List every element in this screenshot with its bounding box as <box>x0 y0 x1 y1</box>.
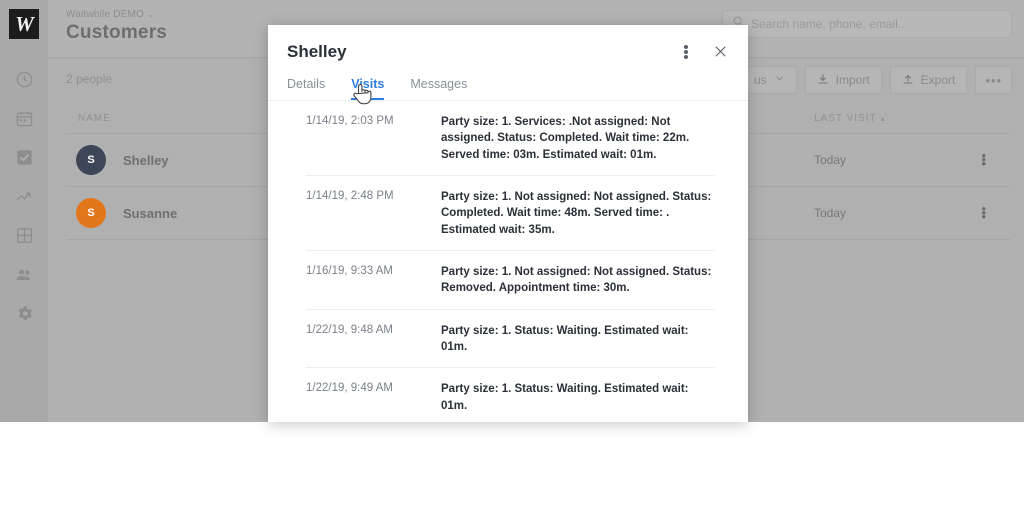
page-title: Customers <box>66 22 168 43</box>
visit-timestamp: 1/22/19, 9:49 AM <box>306 382 393 395</box>
visit-row[interactable]: 1/22/19, 9:48 AM Party size: 1. Status: … <box>306 310 715 369</box>
column-header-name[interactable]: NAME <box>78 113 111 124</box>
people-count: 2 people <box>66 72 113 86</box>
search-input[interactable]: Search name, phone, email.. <box>722 10 1012 38</box>
org-switcher[interactable]: Waitwhile DEMO ⌄ <box>66 9 155 20</box>
visit-timestamp: 1/14/19, 2:48 PM <box>306 189 394 202</box>
visit-description: Party size: 1. Not assigned: Not assigne… <box>441 265 712 295</box>
visit-row[interactable]: 1/16/19, 9:33 AM Party size: 1. Not assi… <box>306 251 715 310</box>
visits-list[interactable]: 1/14/19, 2:03 PM Party size: 1. Services… <box>268 101 748 422</box>
visit-timestamp: 1/22/19, 9:48 AM <box>306 323 393 336</box>
app-logo[interactable]: W <box>9 9 39 39</box>
column-header-last-visit-label: LAST VISIT <box>814 113 877 124</box>
ellipsis-icon: ••• <box>985 72 1002 88</box>
status-filter-dropdown[interactable]: us <box>741 66 797 94</box>
visit-timestamp: 1/14/19, 2:03 PM <box>306 115 394 127</box>
visit-description: Party size: 1. Status: Waiting. Estimate… <box>441 383 689 412</box>
modal-kebab-menu-icon[interactable]: • • • <box>677 40 695 65</box>
column-header-last-visit[interactable]: LAST VISIT ▴ <box>814 113 886 124</box>
sort-ascending-icon: ▴ <box>880 114 886 123</box>
row-kebab-menu-icon[interactable]: • • • <box>981 149 986 170</box>
sidebar-item-waitlist[interactable] <box>0 60 48 99</box>
customer-detail-modal: Shelley • • • Details Visits Messages 1/14… <box>268 25 748 422</box>
search-placeholder: Search name, phone, email.. <box>751 17 905 31</box>
avatar: S <box>76 198 106 228</box>
customer-name: Susanne <box>123 205 178 221</box>
export-label: Export <box>920 73 956 87</box>
gear-icon <box>15 304 34 323</box>
modal-header: Shelley • • • Details Visits Messages <box>268 25 748 101</box>
import-button[interactable]: Import <box>804 66 882 94</box>
users-icon <box>14 265 34 285</box>
visit-description: Party size: 1. Services: .Not assigned: … <box>441 116 690 161</box>
sidebar-item-apps[interactable] <box>0 216 48 255</box>
calendar-icon <box>15 109 34 128</box>
sidebar-item-calendar[interactable] <box>0 99 48 138</box>
visit-row[interactable]: 1/14/19, 2:03 PM Party size: 1. Services… <box>306 101 715 176</box>
modal-title: Shelley <box>287 42 347 61</box>
tab-messages[interactable]: Messages <box>410 77 467 100</box>
close-icon[interactable] <box>710 41 730 61</box>
app-root: W Waitwhile DEMO ⌄ Customers Search name… <box>0 0 1024 512</box>
sidebar-item-settings[interactable] <box>0 294 48 333</box>
export-button[interactable]: Export <box>889 66 968 94</box>
import-label: Import <box>835 73 870 87</box>
tab-details[interactable]: Details <box>287 77 325 100</box>
tab-visits[interactable]: Visits <box>351 77 385 100</box>
check-square-icon <box>15 148 34 167</box>
trending-up-icon <box>15 187 34 206</box>
chevron-down-icon <box>774 73 785 87</box>
last-visit-value: Today <box>814 206 847 220</box>
row-kebab-menu-icon[interactable]: • • • <box>981 202 986 223</box>
avatar: S <box>76 145 106 175</box>
grid-icon <box>15 226 34 245</box>
org-name-label: Waitwhile DEMO <box>66 9 144 20</box>
export-upload-icon <box>902 73 914 88</box>
more-actions-button[interactable]: ••• <box>975 66 1012 94</box>
visit-description: Party size: 1. Not assigned: Not assigne… <box>441 190 712 236</box>
sidebar-nav <box>0 60 48 333</box>
modal-tabs: Details Visits Messages <box>287 77 467 100</box>
visit-timestamp: 1/16/19, 9:33 AM <box>306 264 393 277</box>
sidebar-rail: W <box>0 0 48 422</box>
chevron-down-icon: ⌄ <box>147 9 155 19</box>
toolbar-actions: us Import Export ••• <box>741 66 1012 94</box>
visit-description: Party size: 1. Status: Waiting. Estimate… <box>441 324 689 353</box>
visit-row[interactable]: 1/22/19, 9:49 AM Party size: 1. Status: … <box>306 368 715 422</box>
sidebar-item-analytics[interactable] <box>0 177 48 216</box>
visit-row[interactable]: 1/14/19, 2:48 PM Party size: 1. Not assi… <box>306 176 715 251</box>
last-visit-value: Today <box>814 153 847 167</box>
sidebar-item-customers[interactable] <box>0 255 48 294</box>
customer-name: Shelley <box>123 152 169 168</box>
status-filter-label: us <box>753 73 767 87</box>
import-download-icon <box>817 73 829 88</box>
clock-icon <box>15 70 34 89</box>
sidebar-item-tasks[interactable] <box>0 138 48 177</box>
